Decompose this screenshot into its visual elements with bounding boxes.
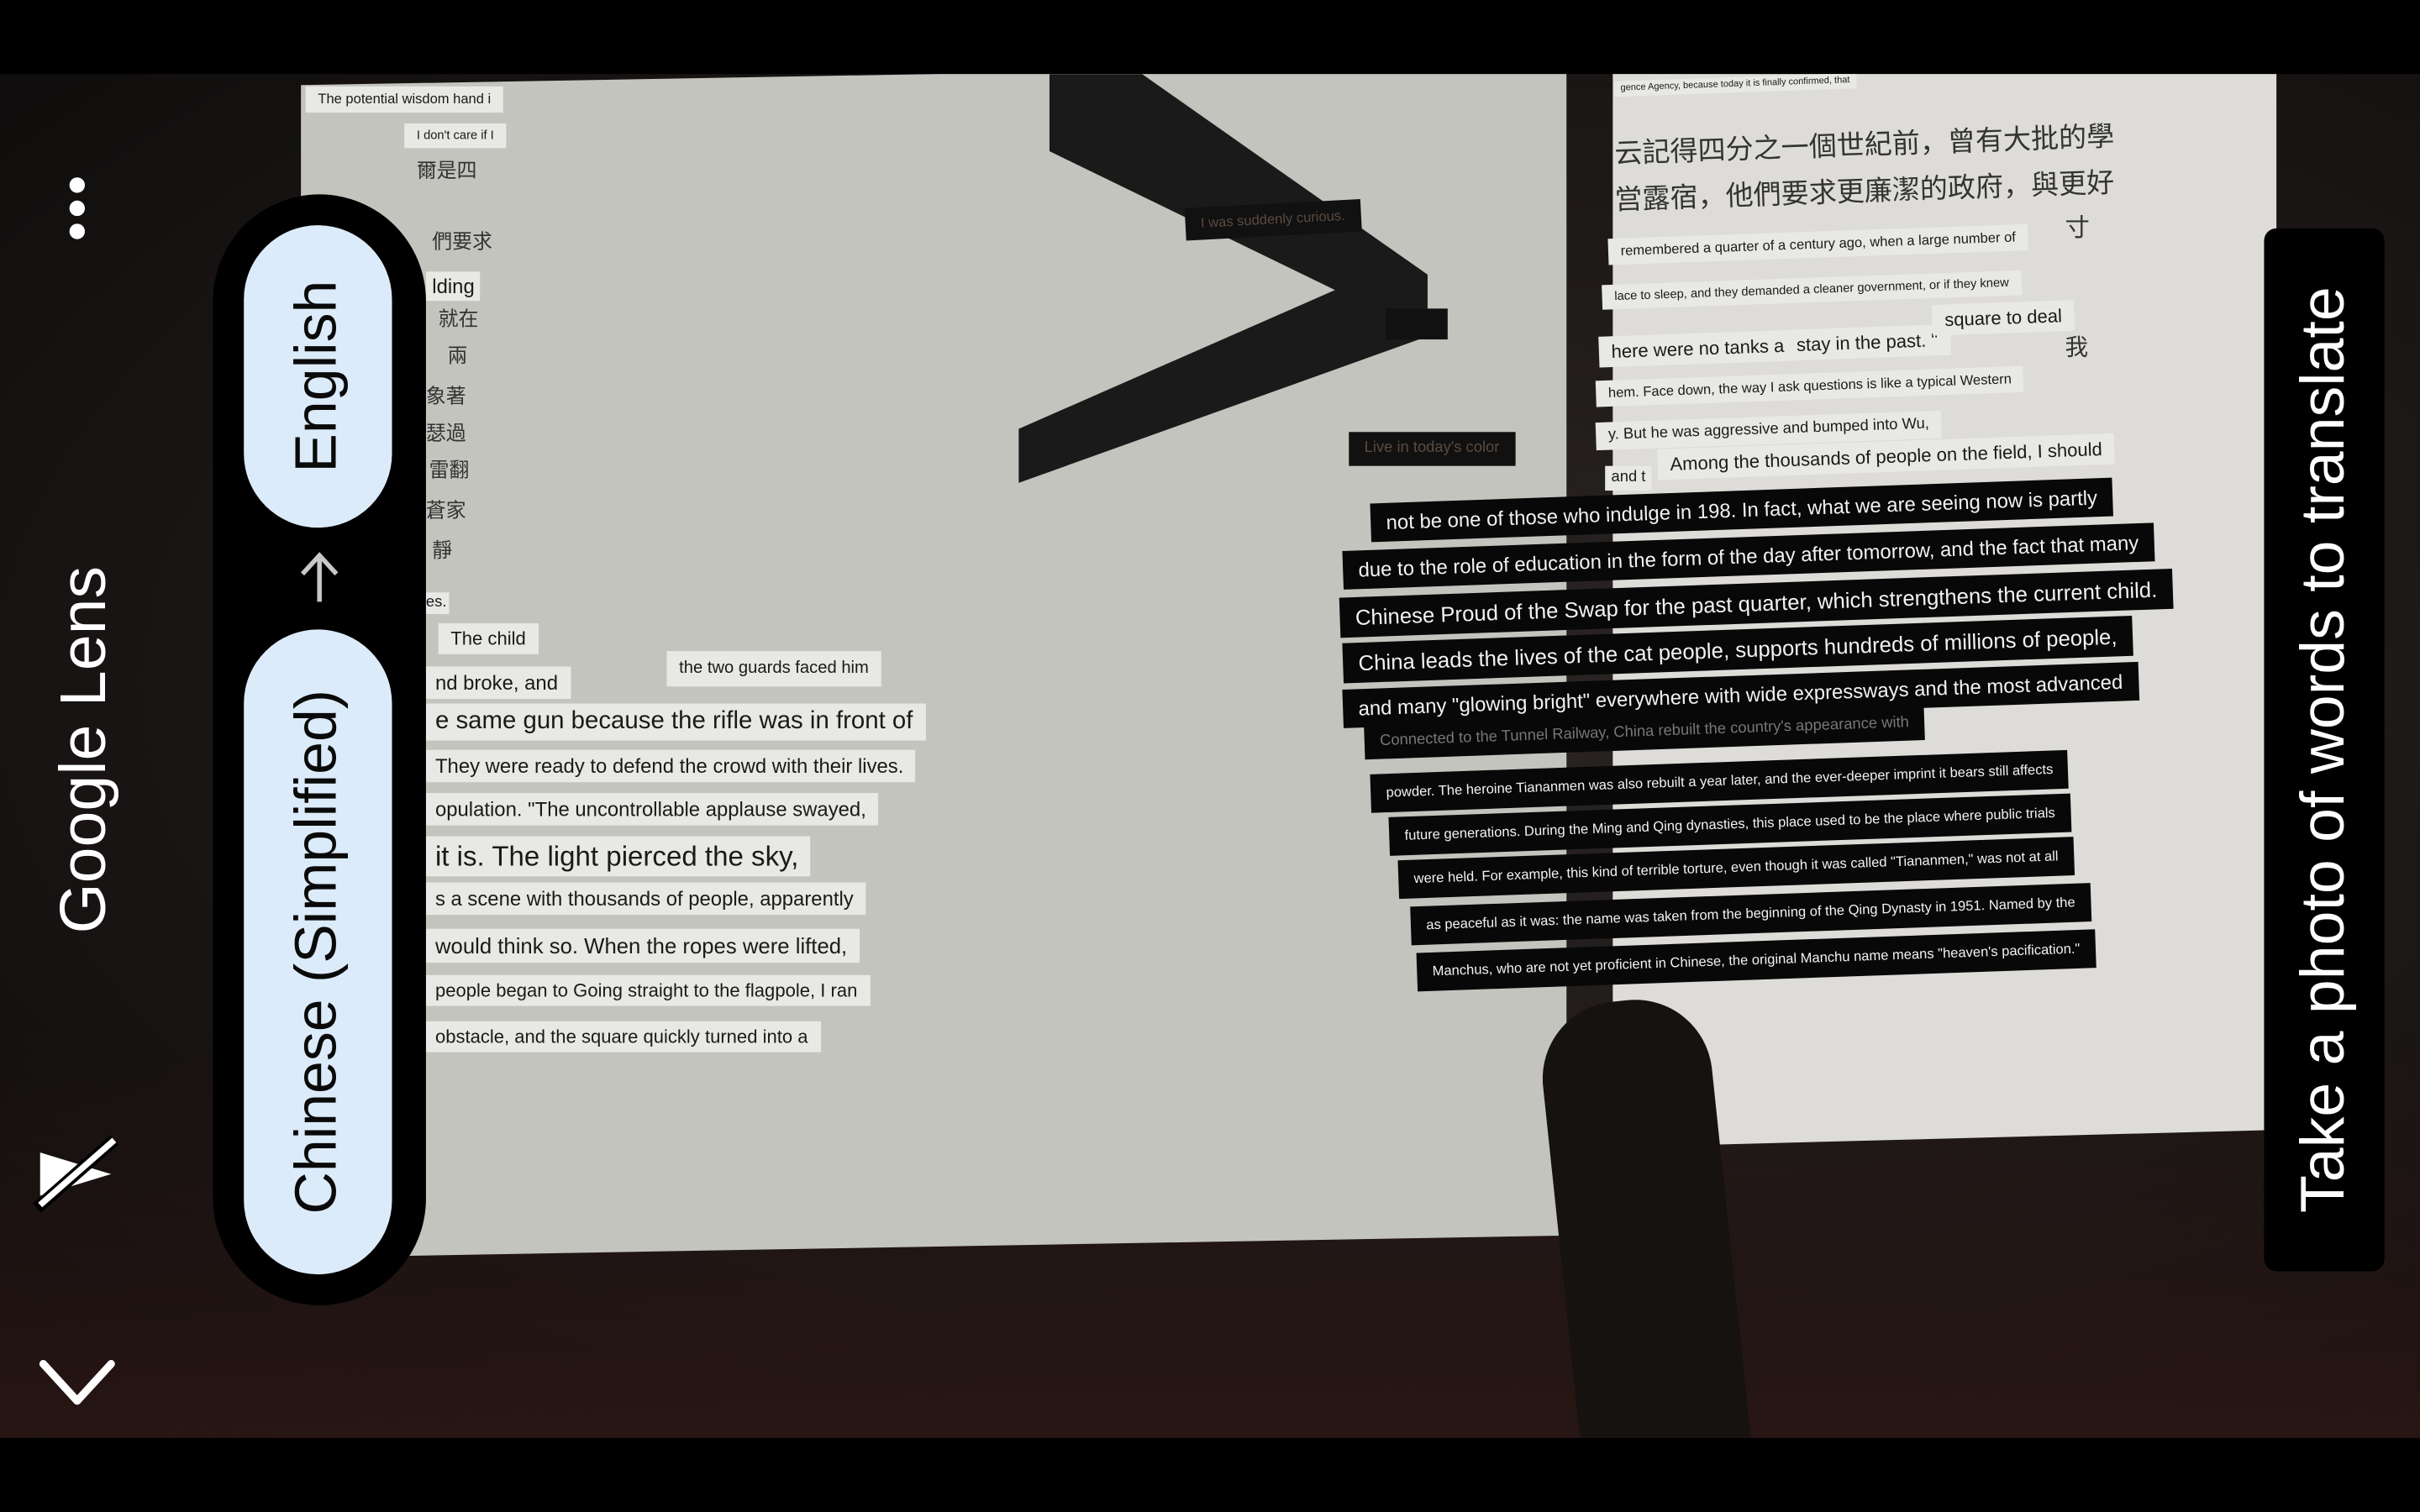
translated-text-overlay[interactable]: The potential wisdom hand i	[305, 86, 503, 113]
app-title: Google Lens	[46, 565, 119, 934]
target-language-button[interactable]: English	[244, 225, 392, 528]
translated-text-overlay[interactable]: The child	[438, 623, 539, 654]
source-text-fragment: 就在	[438, 308, 479, 332]
translated-text-overlay[interactable]: would think so. When the ropes were lift…	[423, 928, 860, 963]
hint-text: Take a photo of words to translate	[2289, 286, 2358, 1213]
arrow-right-icon[interactable]	[293, 549, 345, 605]
document-chevron-graphic	[1018, 74, 1428, 483]
translated-text-overlay[interactable]: I don't care if I	[404, 123, 507, 149]
translated-text-overlay[interactable]: and t	[1605, 465, 1652, 491]
source-text-fragment: 爾是四	[416, 160, 477, 184]
source-language-label: Chinese (Simplified)	[284, 689, 350, 1215]
translated-text-overlay[interactable]: They were ready to defend the crowd with…	[423, 749, 917, 783]
target-language-label: English	[284, 280, 350, 473]
source-text-fragment: 瑟過	[425, 423, 466, 446]
source-text-fragment: 們要求	[432, 231, 492, 255]
translated-text-overlay[interactable]: square to deal	[1931, 300, 2075, 336]
translated-text-overlay[interactable]: Live in today's color	[1349, 432, 1515, 466]
translated-text-overlay[interactable]: e same gun because the rifle was in fron…	[423, 703, 926, 741]
translated-text-overlay[interactable]: the two guards faced him	[666, 651, 881, 687]
translated-text-overlay[interactable]: obstacle, and the square quickly turned …	[423, 1021, 821, 1053]
translated-text-overlay[interactable]: opulation. "The uncontrollable applause …	[423, 793, 879, 826]
translated-text-overlay[interactable]: it is. The light pierced the sky,	[423, 836, 812, 877]
source-text-fragment: 靜	[432, 539, 453, 564]
translated-text-overlay[interactable]: stay in the past. "	[1783, 323, 1951, 361]
flash-off-icon[interactable]	[31, 1134, 124, 1215]
more-vert-icon[interactable]	[59, 176, 96, 246]
translated-text-overlay[interactable]: es.	[423, 592, 450, 615]
source-text-fragment: 寸	[2065, 213, 2090, 243]
translated-text-overlay[interactable]: s a scene with thousands of people, appa…	[423, 882, 866, 916]
hint-banner: Take a photo of words to translate	[2264, 228, 2385, 1272]
redaction-box	[1386, 308, 1448, 340]
translated-text-overlay[interactable]: lding	[425, 271, 481, 302]
translated-text-overlay[interactable]: people began to Going straight to the fl…	[423, 974, 871, 1006]
chevron-down-icon[interactable]	[37, 1355, 118, 1416]
source-text-fragment: 蒼家	[425, 500, 466, 523]
lens-screen: The potential wisdom hand i I don't care…	[0, 0, 2420, 1512]
source-text-fragment: 雷翻	[429, 459, 470, 483]
source-text-fragment: 兩	[447, 345, 468, 369]
source-text-fragment: 我	[2065, 333, 2089, 361]
source-text-fragment: 象著	[425, 386, 466, 409]
source-language-button[interactable]: Chinese (Simplified)	[244, 629, 392, 1275]
translated-text-overlay[interactable]: nd broke, and	[423, 666, 571, 700]
